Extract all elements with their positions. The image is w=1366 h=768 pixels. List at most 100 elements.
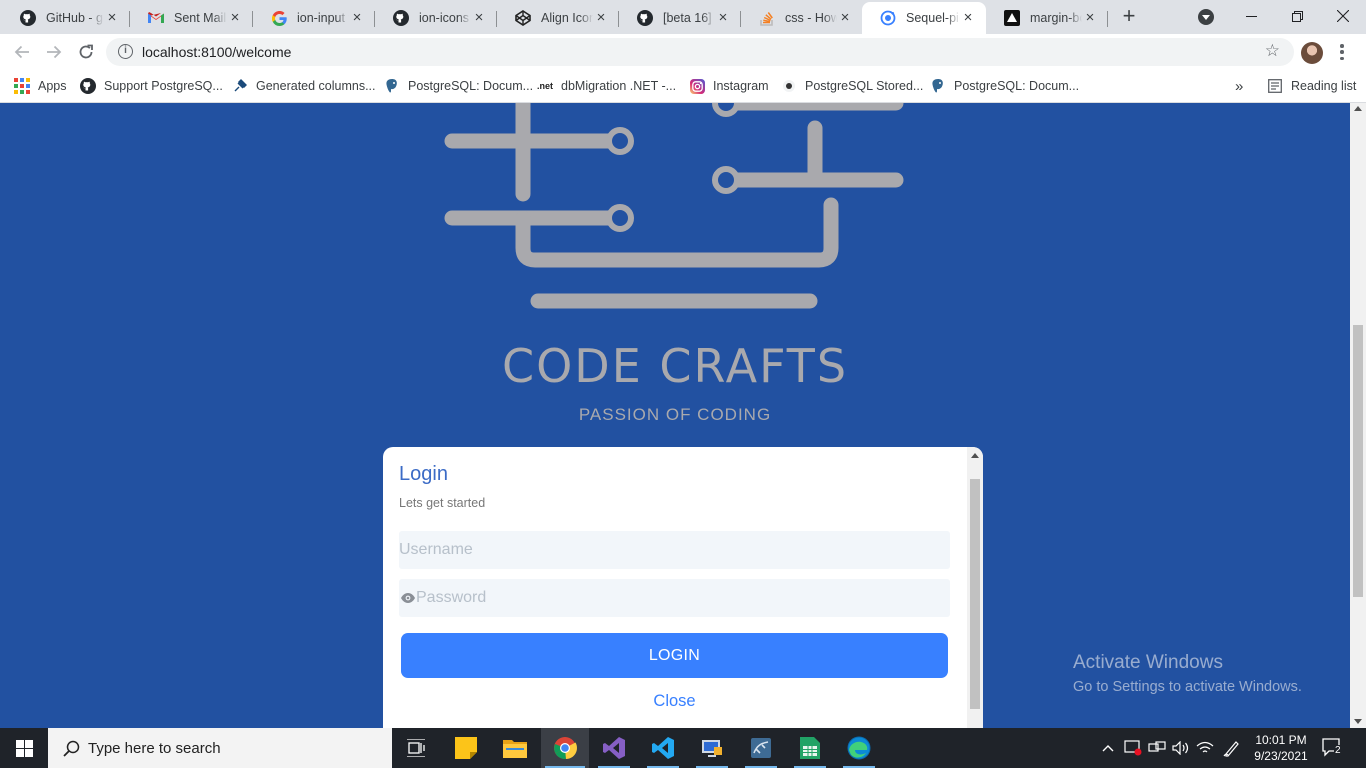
modal-scrollbar[interactable] <box>967 447 983 728</box>
security-icon[interactable] <box>1122 728 1144 768</box>
pen-icon[interactable] <box>1220 728 1244 768</box>
taskbar-search[interactable]: Type here to search <box>48 728 392 768</box>
google-icon <box>271 10 287 26</box>
url-text: localhost:8100/welcome <box>142 44 292 60</box>
bookmark-postgresql-docs-2[interactable]: PostgreSQL: Docum... <box>930 76 1079 96</box>
minimize-button[interactable] <box>1228 0 1274 32</box>
close-icon[interactable]: × <box>349 10 365 26</box>
bookmarks-bar: Apps Support PostgreSQ... Generated colu… <box>0 70 1366 103</box>
close-window-button[interactable] <box>1320 0 1366 32</box>
stackoverflow-icon <box>759 10 775 26</box>
vscode-icon[interactable] <box>639 728 687 768</box>
tab-gmail[interactable]: Sent Mail - × <box>130 2 253 34</box>
eye-icon[interactable] <box>400 590 416 606</box>
apps-grid-icon <box>14 78 30 94</box>
watermark-line1: Activate Windows <box>1073 652 1223 673</box>
username-field[interactable] <box>399 531 950 569</box>
bookmark-label: Instagram <box>713 79 769 93</box>
forward-button[interactable] <box>42 40 66 64</box>
bookmark-dbmigration[interactable]: .net dbMigration .NET -... <box>537 76 676 96</box>
tab-sequel-pig[interactable]: Sequel-pig × <box>862 2 986 34</box>
tab-search-icon[interactable] <box>1198 9 1214 25</box>
wifi-icon[interactable] <box>1194 728 1216 768</box>
github-icon <box>20 10 36 26</box>
file-explorer-icon[interactable] <box>491 728 539 768</box>
close-icon[interactable]: × <box>1082 10 1098 26</box>
bookmark-star-icon[interactable]: ☆ <box>1265 41 1280 61</box>
tab-strip: GitHub - g × Sent Mail - × ion-input v ×… <box>0 0 1366 34</box>
password-input[interactable] <box>416 579 950 617</box>
new-tab-button[interactable]: + <box>1118 5 1140 28</box>
login-subtitle: Lets get started <box>399 496 486 510</box>
password-field[interactable] <box>399 579 950 617</box>
back-button[interactable] <box>10 40 34 64</box>
reading-list-icon <box>1267 78 1283 94</box>
tab-title: Sequel-pig <box>906 11 960 25</box>
bookmark-instagram[interactable]: Instagram <box>689 76 769 96</box>
reading-list-button[interactable]: Reading list <box>1267 76 1356 96</box>
tab-title: ion-icons n <box>419 11 471 25</box>
username-input[interactable] <box>399 531 950 569</box>
chrome-menu-icon[interactable] <box>1338 44 1346 60</box>
github-icon <box>393 10 409 26</box>
tab-google[interactable]: ion-input v × <box>253 2 375 34</box>
bookmark-label: Generated columns... <box>256 79 376 93</box>
visual-studio-icon[interactable] <box>590 728 638 768</box>
search-placeholder: Type here to search <box>88 739 221 757</box>
bookmark-postgresql-stored[interactable]: PostgreSQL Stored... <box>781 76 923 96</box>
tab-codepen[interactable]: Align Icon × <box>497 2 619 34</box>
tab-title: margin-bo <box>1030 11 1082 25</box>
close-icon[interactable]: × <box>104 10 120 26</box>
gmail-icon <box>148 10 164 26</box>
tab-title: css - How c <box>785 11 837 25</box>
bookmark-label: PostgreSQL Stored... <box>805 79 924 93</box>
clock-date: 9/23/2021 <box>1254 749 1308 763</box>
tab-stackoverflow[interactable]: css - How c × <box>741 2 863 34</box>
login-button[interactable]: LOGIN <box>401 633 948 678</box>
code-crafts-logo <box>444 103 904 309</box>
page-scrollbar[interactable] <box>1350 103 1366 728</box>
restore-button[interactable] <box>1274 0 1320 32</box>
clock[interactable]: 10:01 PM 9/23/2021 <box>1248 732 1314 764</box>
activate-windows-watermark: Activate Windows Go to Settings to activ… <box>1073 652 1302 695</box>
volume-icon[interactable] <box>1170 728 1192 768</box>
search-icon <box>62 739 80 757</box>
more-bookmarks-button[interactable]: » <box>1235 76 1243 96</box>
close-icon[interactable]: × <box>837 10 853 26</box>
close-icon[interactable]: × <box>227 10 243 26</box>
mdn-icon <box>1004 10 1020 26</box>
chevron-up-icon[interactable] <box>1098 728 1118 768</box>
edge-icon[interactable] <box>835 728 883 768</box>
close-button[interactable]: Close <box>399 692 950 711</box>
brand-tagline: PASSION OF CODING <box>578 405 772 424</box>
network-devices-icon[interactable] <box>1146 728 1168 768</box>
bookmark-apps[interactable]: Apps <box>14 76 67 96</box>
sheets-icon[interactable] <box>786 728 834 768</box>
sticky-notes-icon[interactable] <box>442 728 490 768</box>
notification-center-icon[interactable]: 2 <box>1322 738 1344 758</box>
info-icon[interactable]: i <box>118 44 133 59</box>
reload-button[interactable] <box>74 40 98 64</box>
close-icon[interactable]: × <box>715 10 731 26</box>
bookmark-label: PostgreSQL: Docum... <box>954 79 1080 93</box>
remote-desktop-icon[interactable] <box>688 728 736 768</box>
start-button[interactable] <box>0 728 48 768</box>
address-bar[interactable]: i localhost:8100/welcome ☆ <box>106 38 1294 66</box>
close-icon[interactable]: × <box>471 10 487 26</box>
tab-mdn[interactable]: margin-bo × <box>986 2 1108 34</box>
tab-title: Align Icon <box>541 11 593 25</box>
tab-title: ion-input v <box>297 11 349 25</box>
bookmark-postgresql-docs[interactable]: PostgreSQL: Docum... <box>384 76 533 96</box>
close-icon[interactable]: × <box>960 10 976 26</box>
chrome-icon[interactable] <box>541 728 589 768</box>
close-icon[interactable]: × <box>593 10 609 26</box>
tab-github[interactable]: GitHub - g × <box>2 2 130 34</box>
tab-github-ion-icons[interactable]: ion-icons n × <box>375 2 497 34</box>
bookmark-support-postgresql[interactable]: Support PostgreSQ... <box>80 76 223 96</box>
profile-avatar[interactable] <box>1301 42 1323 64</box>
bookmark-generated-columns[interactable]: Generated columns... <box>232 76 376 96</box>
watermark-line2: Go to Settings to activate Windows. <box>1073 679 1302 695</box>
mysql-workbench-icon[interactable] <box>737 728 785 768</box>
tab-github-beta[interactable]: [beta 16] la × <box>619 2 741 34</box>
task-view-icon[interactable] <box>392 728 440 768</box>
